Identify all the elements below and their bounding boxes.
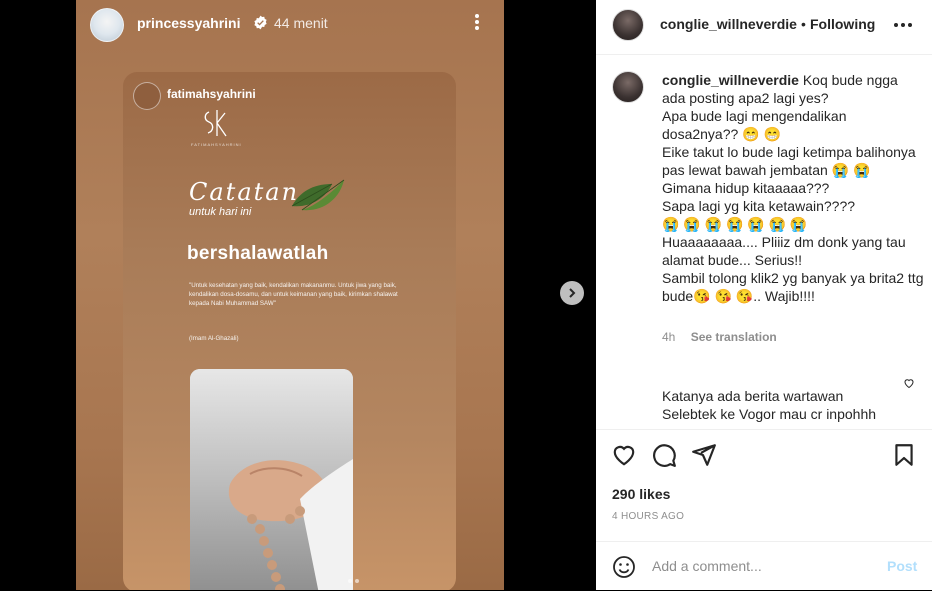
- media-viewer: princessyahrini 44 menit fatimahsyahrini…: [0, 0, 596, 590]
- quote-author: (Imam Al-Ghazali): [189, 335, 239, 342]
- catatan-subtitle: untuk hari ini: [189, 206, 252, 218]
- repost-card: fatimahsyahrini FATIMAHSYAHRINI Catatan …: [123, 72, 456, 590]
- likes-count[interactable]: 290 likes: [612, 486, 670, 502]
- caption-avatar[interactable]: [612, 71, 644, 103]
- praying-hands-illustration: [190, 369, 353, 590]
- leaves-illustration: [291, 179, 345, 211]
- post-comment-button[interactable]: Post: [887, 558, 917, 574]
- comment-input[interactable]: [652, 556, 872, 576]
- next-button[interactable]: [560, 281, 584, 305]
- paper-plane-icon[interactable]: [691, 442, 717, 468]
- following-button[interactable]: Following: [810, 16, 875, 32]
- see-translation-link[interactable]: See translation: [691, 330, 777, 344]
- story-time: 44 menit: [274, 15, 328, 31]
- quote-text: "Untuk kesehatan yang baik, kendalikan m…: [189, 282, 398, 307]
- post-timestamp[interactable]: 4 HOURS AGO: [612, 511, 684, 522]
- post-header: conglie_willneverdie • Following: [596, 0, 932, 55]
- comment-like-icon[interactable]: [903, 377, 915, 389]
- heart-icon[interactable]: [611, 442, 637, 468]
- caption-meta: 4h See translation: [662, 330, 777, 344]
- author-avatar[interactable]: [612, 9, 644, 41]
- comment-bubble-icon[interactable]: [651, 442, 677, 468]
- praying-hands-photo: [190, 369, 353, 590]
- story-image[interactable]: princessyahrini 44 menit fatimahsyahrini…: [76, 0, 504, 590]
- chevron-right-icon: [569, 288, 576, 298]
- comments-section[interactable]: conglie_willneverdie Koq bude ngga ada p…: [596, 55, 932, 429]
- comment-bar: Post: [596, 541, 932, 591]
- caption-username[interactable]: conglie_willneverdie: [662, 72, 799, 88]
- caption-text: conglie_willneverdie Koq bude ngga ada p…: [662, 71, 924, 305]
- story-username[interactable]: princessyahrini: [137, 15, 241, 31]
- author-username[interactable]: conglie_willneverdie: [660, 16, 797, 32]
- brand-logo-icon: [204, 110, 227, 137]
- verified-badge-icon: [254, 15, 267, 30]
- story-pagination: [348, 570, 364, 583]
- catatan-title: Catatan: [189, 178, 300, 206]
- header-separator: •: [801, 16, 806, 32]
- caption-body: Koq bude ngga ada posting apa2 lagi yes?…: [662, 72, 924, 304]
- headline: bershalawatlah: [187, 243, 329, 264]
- post-panel: conglie_willneverdie • Following conglie…: [596, 0, 932, 590]
- smiley-icon[interactable]: [612, 555, 636, 579]
- action-bar: [596, 429, 932, 480]
- comment-text: Katanya ada berita wartawan Selebtek ke …: [662, 388, 877, 422]
- brand-logo-text: FATIMAHSYAHRINI: [191, 142, 242, 147]
- story-avatar[interactable]: [90, 8, 124, 42]
- card-username: fatimahsyahrini: [167, 87, 256, 101]
- story-header: princessyahrini 44 menit: [76, 0, 504, 48]
- bookmark-icon[interactable]: [891, 442, 917, 468]
- caption-time: 4h: [662, 330, 676, 344]
- more-vertical-icon[interactable]: [472, 12, 482, 34]
- card-avatar: [133, 82, 161, 110]
- more-horizontal-icon[interactable]: [892, 14, 914, 36]
